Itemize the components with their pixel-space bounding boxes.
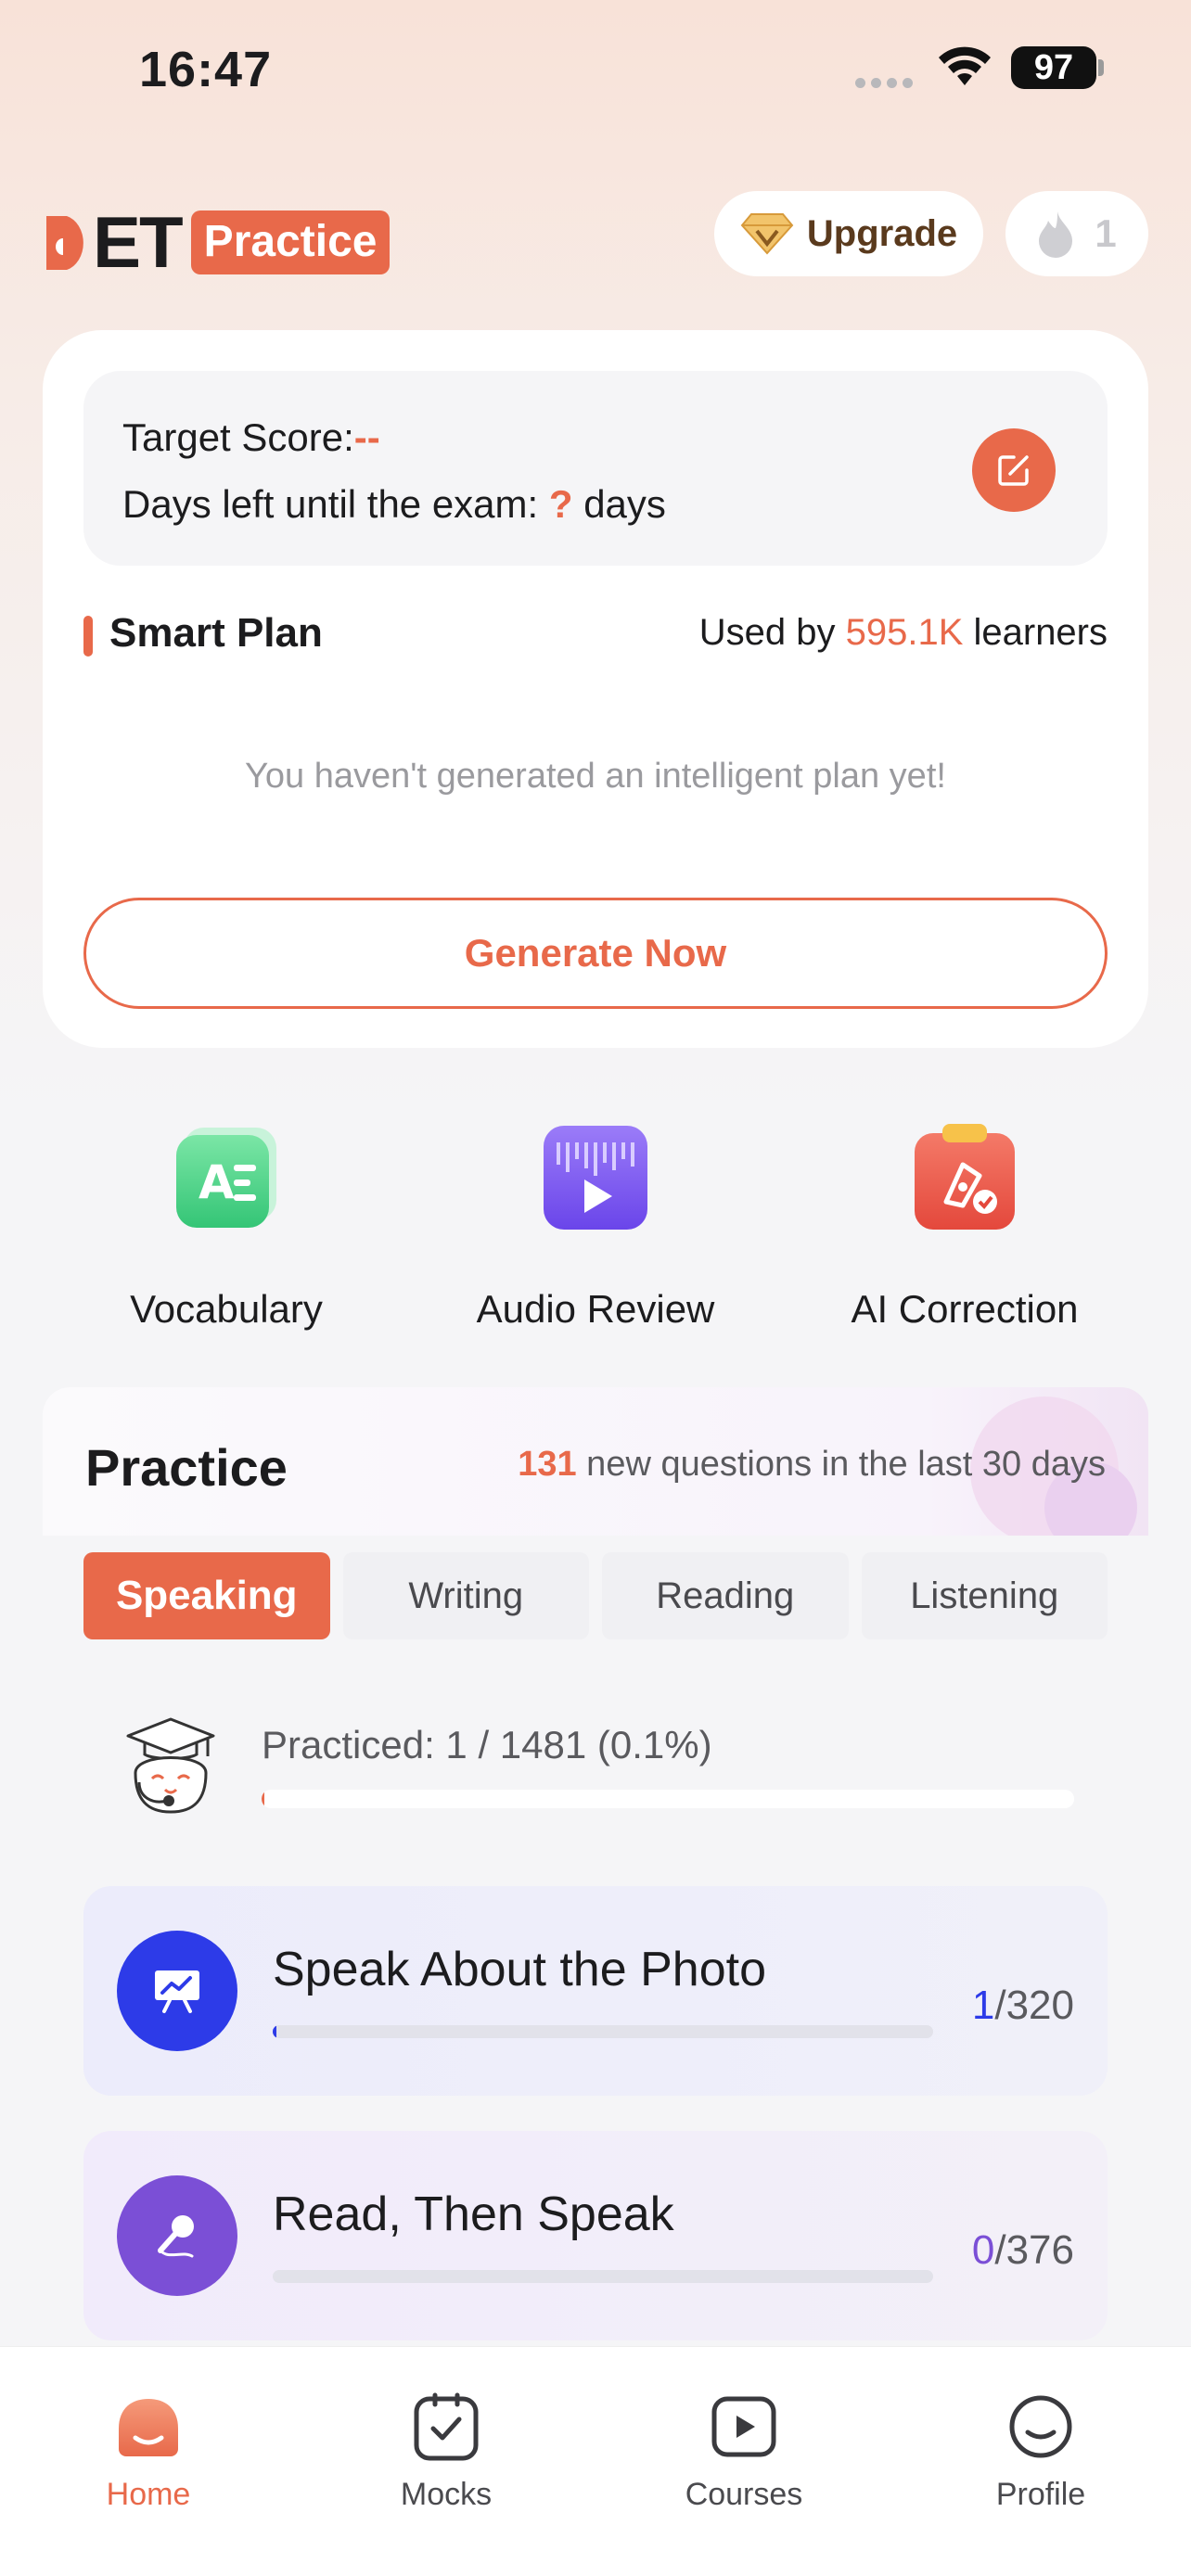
logo-d-icon	[46, 215, 83, 270]
nav-home[interactable]: Home	[56, 2391, 241, 2513]
practiced-progress-bar	[262, 1790, 1074, 1808]
courses-icon	[709, 2391, 779, 2462]
mascot-graduate-icon	[126, 1717, 215, 1814]
logo-et-text: ET	[93, 201, 184, 283]
days-left-row: Days left until the exam: ? days	[122, 482, 666, 527]
smart-plan-users: Used by 595.1K learners	[699, 612, 1108, 654]
nav-home-label: Home	[106, 2477, 191, 2512]
svg-text:A: A	[198, 1155, 235, 1209]
target-box: Target Score:-- Days left until the exam…	[83, 371, 1108, 566]
task-title: Read, Then Speak	[273, 2187, 674, 2241]
wifi-icon	[939, 46, 991, 85]
task-total: /376	[994, 2227, 1074, 2273]
practice-tabs: Speaking Writing Reading Listening	[83, 1552, 1108, 1639]
days-left-value: ?	[548, 482, 573, 526]
tool-audio-review-label: Audio Review	[476, 1287, 715, 1331]
practiced-progress-fill	[262, 1790, 264, 1808]
tab-reading[interactable]: Reading	[602, 1552, 849, 1639]
mocks-icon	[411, 2391, 481, 2462]
used-prefix: Used by	[698, 612, 846, 653]
nav-profile[interactable]: Profile	[948, 2391, 1133, 2513]
tool-ai-correction-label: AI Correction	[851, 1287, 1079, 1331]
generate-now-button[interactable]: Generate Now	[83, 898, 1108, 1009]
target-score-label: Target Score:	[122, 415, 354, 459]
signal-dots-icon	[855, 76, 920, 88]
vocabulary-icon: A	[171, 1122, 282, 1233]
plan-card: Target Score:-- Days left until the exam…	[43, 330, 1148, 1048]
tab-speaking[interactable]: Speaking	[83, 1552, 330, 1639]
tool-ai-correction[interactable]: AI Correction	[816, 1122, 1113, 1332]
edit-icon	[998, 455, 1029, 486]
upgrade-label: Upgrade	[806, 212, 958, 254]
task-speak-about-photo[interactable]: Speak About the Photo 1/320	[83, 1886, 1108, 2096]
tool-vocabulary[interactable]: A Vocabulary	[78, 1122, 375, 1332]
task-count: 1/320	[972, 1983, 1074, 2029]
streak-button[interactable]: 1	[1005, 191, 1148, 276]
nav-courses-label: Courses	[685, 2477, 803, 2512]
nav-mocks[interactable]: Mocks	[353, 2391, 539, 2513]
upgrade-button[interactable]: Upgrade	[714, 191, 983, 276]
tab-listening[interactable]: Listening	[861, 1552, 1108, 1639]
battery-indicator: 97	[1011, 46, 1096, 89]
task-progress-bar	[273, 2025, 933, 2038]
target-score-row: Target Score:--	[122, 415, 380, 460]
task-count: 0/376	[972, 2227, 1074, 2274]
new-question-count: 131	[518, 1445, 577, 1484]
target-score-value: --	[353, 415, 380, 459]
tool-audio-review[interactable]: Audio Review	[447, 1122, 744, 1332]
presentation-chart-icon	[117, 1931, 237, 2051]
microphone-icon	[117, 2175, 237, 2296]
days-left-prefix: Days left until the exam:	[122, 482, 549, 526]
practice-title: Practice	[85, 1438, 288, 1497]
logo-det-text: ET	[43, 200, 184, 285]
days-left-suffix: days	[572, 482, 666, 526]
battery-nub	[1098, 59, 1104, 76]
task-total: /320	[994, 1983, 1074, 2028]
used-suffix: learners	[963, 612, 1108, 653]
profile-icon	[1005, 2391, 1076, 2462]
task-done: 0	[971, 2227, 995, 2273]
new-question-middle: new questions in the last	[576, 1445, 982, 1484]
edit-target-button[interactable]	[972, 428, 1056, 512]
status-time: 16:47	[139, 42, 273, 97]
task-done: 1	[971, 1983, 995, 2028]
new-question-days: 30	[981, 1445, 1022, 1484]
nav-profile-label: Profile	[995, 2477, 1086, 2512]
practiced-progress-text: Practiced: 1 / 1481 (0.1%)	[262, 1723, 712, 1766]
logo-badge: Practice	[190, 210, 391, 274]
task-progress-bar	[273, 2270, 933, 2283]
smart-plan-marker	[83, 616, 93, 657]
streak-count: 1	[1095, 211, 1117, 255]
practice-new-questions: 131 new questions in the last 30 days	[518, 1445, 1106, 1485]
nav-courses[interactable]: Courses	[651, 2391, 837, 2513]
audio-review-icon	[540, 1122, 651, 1233]
practice-progress-card: Practiced: 1 / 1481 (0.1%)	[83, 1675, 1108, 1851]
diamond-icon	[740, 213, 794, 255]
task-title: Speak About the Photo	[273, 1943, 766, 1996]
tab-writing[interactable]: Writing	[342, 1552, 589, 1639]
status-bar: 16:47 97	[0, 0, 1191, 139]
nav-mocks-label: Mocks	[400, 2477, 493, 2512]
bottom-nav: Home Mocks Courses Profile	[0, 2346, 1191, 2576]
app-logo: ET Practice	[43, 200, 391, 285]
tool-vocabulary-label: Vocabulary	[130, 1287, 323, 1331]
ai-correction-icon	[909, 1122, 1020, 1233]
home-icon	[113, 2391, 184, 2462]
used-count: 595.1K	[845, 612, 964, 653]
flame-icon	[1039, 211, 1073, 258]
task-progress-fill	[273, 2025, 276, 2038]
plan-empty-message: You haven't generated an intelligent pla…	[245, 757, 946, 796]
smart-plan-title: Smart Plan	[109, 610, 323, 656]
new-question-suffix: days	[1021, 1445, 1106, 1484]
task-read-then-speak[interactable]: Read, Then Speak 0/376	[83, 2131, 1108, 2340]
